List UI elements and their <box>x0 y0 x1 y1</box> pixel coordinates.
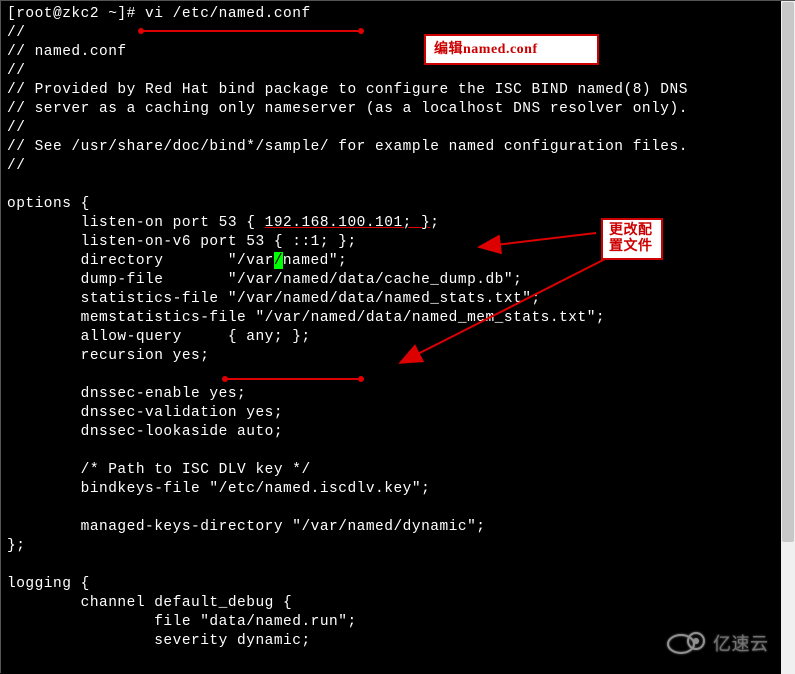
code-line: allow-query { any; }; <box>7 328 789 347</box>
vi-cursor: / <box>274 252 283 269</box>
code-line: listen-on port 53 { 192.168.100.101; }; <box>7 214 789 233</box>
watermark-text: 亿速云 <box>713 634 769 654</box>
code-line: // <box>7 157 789 176</box>
code-line: // named.conf <box>7 43 789 62</box>
blank-line <box>7 176 789 195</box>
code-line: recursion yes; <box>7 347 789 366</box>
code-line: managed-keys-directory "/var/named/dynam… <box>7 518 789 537</box>
terminal-content[interactable]: [root@zkc2 ~]# vi /etc/named.conf // // … <box>7 5 789 651</box>
watermark-logo: 亿速云 <box>665 628 775 665</box>
annotation-box-change: 更改配置文件 <box>601 218 663 260</box>
code-line: options { <box>7 195 789 214</box>
code-line: logging { <box>7 575 789 594</box>
annotation-box-edit: 编辑named.conf <box>424 34 599 65</box>
code-line: // See /usr/share/doc/bind*/sample/ for … <box>7 138 789 157</box>
code-line: /* Path to ISC DLV key */ <box>7 461 789 480</box>
code-line: dnssec-lookaside auto; <box>7 423 789 442</box>
code-line: dnssec-validation yes; <box>7 404 789 423</box>
shell-command: vi /etc/named.conf <box>145 6 311 22</box>
code-line: dnssec-enable yes; <box>7 385 789 404</box>
scrollbar-thumb[interactable] <box>782 2 794 542</box>
code-line: channel default_debug { <box>7 594 789 613</box>
blank-line <box>7 556 789 575</box>
code-line: statistics-file "/var/named/data/named_s… <box>7 290 789 309</box>
code-line: bindkeys-file "/etc/named.iscdlv.key"; <box>7 480 789 499</box>
blank-line <box>7 442 789 461</box>
shell-prompt: [root@zkc2 ~]# <box>7 6 145 22</box>
code-line: dump-file "/var/named/data/cache_dump.db… <box>7 271 789 290</box>
code-line: // <box>7 24 789 43</box>
blank-line <box>7 499 789 518</box>
code-line: // <box>7 62 789 81</box>
code-line: memstatistics-file "/var/named/data/name… <box>7 309 789 328</box>
code-line: // <box>7 119 789 138</box>
code-line: }; <box>7 537 789 556</box>
code-line: // server as a caching only nameserver (… <box>7 100 789 119</box>
scrollbar-track[interactable] <box>781 1 795 674</box>
code-line: // Provided by Red Hat bind package to c… <box>7 81 789 100</box>
code-line: listen-on-v6 port 53 { ::1; }; <box>7 233 789 252</box>
blank-line <box>7 366 789 385</box>
code-line: directory "/var/named"; <box>7 252 789 271</box>
